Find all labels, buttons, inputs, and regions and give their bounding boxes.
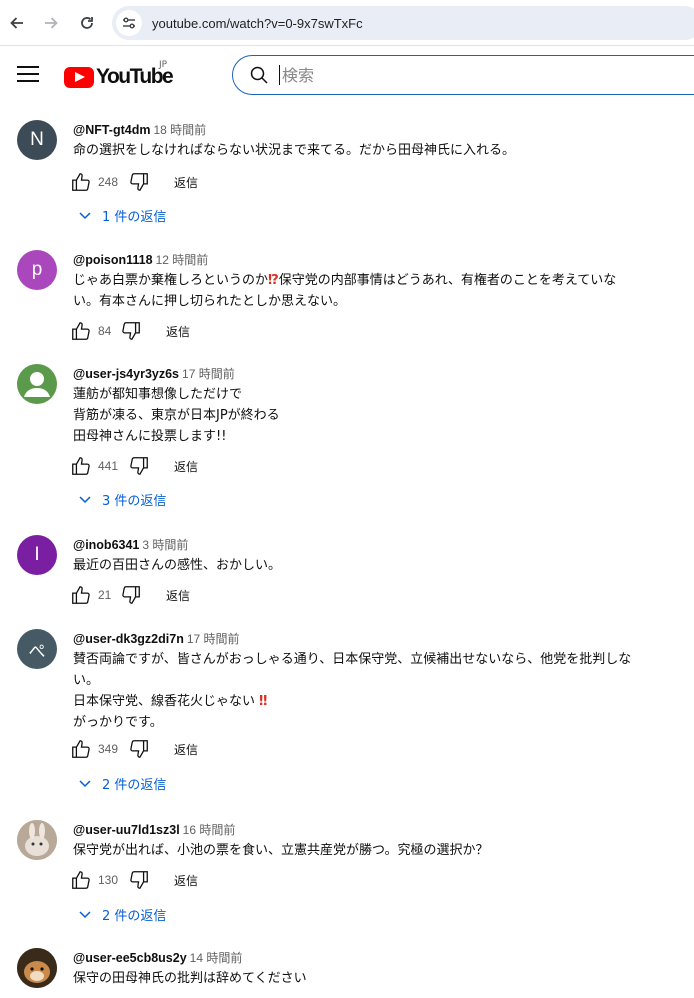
thumbs-up-icon[interactable] [70, 738, 92, 760]
comment-author[interactable]: @inob6341 [73, 538, 139, 552]
avatar[interactable]: p [17, 250, 57, 290]
reply-button[interactable]: 返信 [174, 741, 198, 758]
thumbs-down-icon[interactable] [128, 171, 150, 193]
like-count: 441 [98, 459, 119, 473]
comment-time[interactable]: 17 時間前 [182, 367, 235, 381]
thumbs-down-icon[interactable] [128, 455, 150, 477]
replies-toggle[interactable]: 3 件の返信 [78, 487, 166, 511]
comment-text: 賛否両論ですが、皆さんがおっしゃる通り、日本保守党、立候補出せないなら、他党を批… [73, 649, 673, 733]
menu-icon[interactable] [17, 66, 39, 84]
comment-actions: 21 返信 [70, 583, 190, 607]
logo-region: JP [159, 60, 168, 70]
thumbs-down-icon[interactable] [120, 320, 142, 342]
chevron-down-icon [79, 911, 91, 919]
comment-actions: 248 返信 [70, 170, 198, 194]
avatar[interactable] [17, 364, 57, 404]
comment-text-part: がっかりです。 [73, 715, 163, 730]
thumbs-up-icon[interactable] [70, 320, 92, 342]
arrow-right-icon [45, 17, 58, 29]
avatar[interactable]: N [17, 120, 57, 160]
replies-count: 1 件の返信 [102, 209, 167, 225]
search-input[interactable] [279, 65, 659, 85]
chevron-down-icon [79, 780, 91, 788]
youtube-logo[interactable]: YouTube [64, 65, 174, 89]
like-count: 248 [98, 175, 119, 189]
comment-actions: 130 返信 [70, 868, 198, 892]
reload-icon [81, 17, 93, 29]
default-avatar-icon [24, 372, 50, 397]
play-icon [64, 66, 94, 88]
comment-author[interactable]: @user-js4yr3yz6s [73, 367, 179, 381]
comment-text: 最近の百田さんの感性、おかしい。 [73, 558, 282, 573]
hamster-photo-icon [17, 948, 57, 988]
comment-author[interactable]: @user-uu7ld1sz3l [73, 823, 180, 837]
comment-actions: 441 返信 [70, 454, 198, 478]
replies-toggle[interactable]: 2 件の返信 [78, 771, 166, 795]
avatar[interactable] [17, 948, 57, 988]
reload-button[interactable] [70, 6, 104, 40]
comment-text: じゃあ白票か棄権しろというのか⁉保守党の内部事情はどうあれ、有権者のことを考えて… [73, 270, 673, 312]
reply-button[interactable]: 返信 [174, 872, 198, 889]
replies-count: 2 件の返信 [102, 777, 167, 793]
reply-button[interactable]: 返信 [166, 587, 190, 604]
arrow-left-icon [10, 17, 23, 29]
search-box[interactable] [232, 55, 694, 95]
thumbs-up-icon[interactable] [70, 584, 92, 606]
comment-author[interactable]: @poison1118 [73, 253, 153, 267]
rabbit-photo-icon [17, 820, 57, 860]
like-count: 349 [98, 742, 119, 756]
comment-time[interactable]: 14 時間前 [190, 951, 243, 965]
address-bar[interactable]: youtube.com/watch?v=0-9x7swTxFc [112, 6, 694, 40]
comment-time[interactable]: 12 時間前 [156, 253, 209, 267]
avatar[interactable] [17, 820, 57, 860]
browser-toolbar: youtube.com/watch?v=0-9x7swTxFc [0, 0, 694, 46]
thumbs-down-icon[interactable] [120, 584, 142, 606]
comment-text-part: 賛否両論ですが、皆さんがおっしゃる通り、日本保守党、立候補出せないなら、他党を批… [73, 652, 632, 709]
tune-icon [123, 17, 135, 29]
double-exclamation-icon: ‼ [259, 694, 268, 709]
youtube-header: YouTube JP [0, 47, 694, 105]
thumbs-down-icon[interactable] [128, 869, 150, 891]
thumbs-up-icon[interactable] [70, 869, 92, 891]
comment-time[interactable]: 18 時間前 [153, 123, 206, 137]
reply-button[interactable]: 返信 [174, 174, 198, 191]
comment-author[interactable]: @user-dk3gz2di7n [73, 632, 184, 646]
avatar[interactable]: ぺ [17, 629, 57, 669]
comment-actions: 84 返信 [70, 319, 190, 343]
comment-text: 保守党が出れば、小池の票を食い、立憲共産党が勝つ。究極の選択か？ [73, 843, 489, 858]
chevron-down-icon [79, 212, 91, 220]
comment-author[interactable]: @user-ee5cb8us2y [73, 951, 187, 965]
comment-author[interactable]: @NFT-gt4dm [73, 123, 150, 137]
comment-text: 命の選択をしなければならない状況まで来てる。だから田母神氏に入れる。 [73, 143, 516, 158]
replies-count: 2 件の返信 [102, 908, 167, 924]
comment-text: 蓮舫が都知事想像しただけで 背筋が凍る、東京が日本JPが終わる 田母神さんに投票… [73, 387, 280, 444]
comment-time[interactable]: 16 時間前 [183, 823, 236, 837]
replies-toggle[interactable]: 2 件の返信 [78, 902, 166, 926]
like-count: 84 [98, 324, 112, 338]
comment-text-part: じゃあ白票か棄権しろというのか [73, 273, 269, 288]
replies-toggle[interactable]: 1 件の返信 [78, 203, 166, 227]
chevron-down-icon [79, 496, 91, 504]
reply-button[interactable]: 返信 [166, 323, 190, 340]
avatar[interactable]: I [17, 535, 57, 575]
replies-count: 3 件の返信 [102, 493, 167, 509]
back-button[interactable] [0, 6, 34, 40]
comment-text: 保守の田母神氏の批判は辞めてください [73, 971, 307, 986]
comment-time[interactable]: 17 時間前 [187, 632, 240, 646]
thumbs-up-icon[interactable] [70, 171, 92, 193]
forward-button[interactable] [34, 6, 68, 40]
like-count: 21 [98, 588, 112, 602]
like-count: 130 [98, 873, 119, 887]
comment-time[interactable]: 3 時間前 [142, 538, 188, 552]
exclamation-question-icon: ⁉ [268, 273, 279, 288]
search-icon [250, 66, 268, 84]
url-text: youtube.com/watch?v=0-9x7swTxFc [152, 15, 363, 31]
thumbs-up-icon[interactable] [70, 455, 92, 477]
comment-actions: 349 返信 [70, 737, 198, 761]
reply-button[interactable]: 返信 [174, 458, 198, 475]
site-info-button[interactable] [116, 10, 142, 36]
thumbs-down-icon[interactable] [128, 738, 150, 760]
